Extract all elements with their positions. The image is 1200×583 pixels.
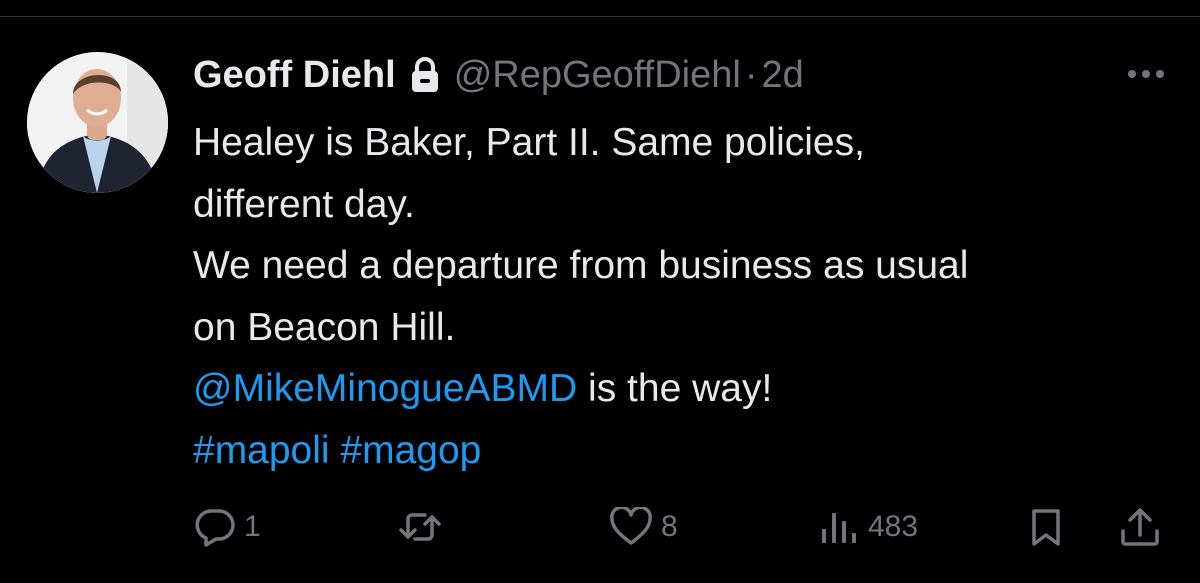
tweet-text-line: Healey is Baker, Part II. Same policies, [193, 121, 865, 164]
like-count: 8 [661, 510, 678, 543]
lock-icon [410, 56, 440, 94]
reply-count: 1 [244, 510, 261, 543]
share-button[interactable] [1118, 500, 1162, 554]
views-button[interactable]: 483 [818, 500, 918, 554]
author-handle[interactable]: @RepGeoffDiehl [454, 54, 741, 97]
mention-link[interactable]: @MikeMinogueABMD [193, 367, 577, 410]
views-count: 483 [868, 510, 919, 543]
hashtag-line: #mapoli #magop [193, 420, 1183, 482]
bookmark-icon [1028, 507, 1064, 547]
top-divider [0, 16, 1200, 17]
tweet-header: Geoff Diehl @RepGeoffDiehl · 2d [193, 52, 804, 98]
tweet-text: Healey is Baker, Part II. Same policies,… [193, 112, 1183, 481]
mention-suffix: is the way! [577, 367, 773, 410]
tweet-mention-line: @MikeMinogueABMD is the way! [193, 358, 1183, 420]
avatar-photo [27, 52, 168, 193]
reply-button[interactable]: 1 [194, 500, 261, 554]
hashtag-link[interactable]: #mapoli [193, 429, 330, 472]
tweet-text-line: We need a departure from business as usu… [193, 244, 969, 287]
header-separator: · [744, 53, 758, 96]
retweet-icon [398, 507, 442, 547]
retweet-button[interactable] [398, 500, 450, 554]
views-icon [818, 507, 860, 547]
author-display-name[interactable]: Geoff Diehl [193, 54, 396, 97]
tweet-text-line: different day. [193, 182, 415, 226]
reply-icon [194, 507, 236, 547]
tweet-timestamp[interactable]: 2d [761, 54, 803, 97]
avatar[interactable] [27, 52, 168, 193]
share-icon [1118, 507, 1162, 547]
more-horizontal-icon[interactable] [1124, 62, 1168, 86]
heart-icon [609, 507, 653, 547]
hashtag-link[interactable]: #magop [340, 429, 481, 472]
like-button[interactable]: 8 [609, 500, 678, 554]
tweet-text-line: on Beacon Hill. [193, 305, 456, 349]
bookmark-button[interactable] [1028, 500, 1064, 554]
action-bar: 1 8 483 [0, 500, 1200, 554]
